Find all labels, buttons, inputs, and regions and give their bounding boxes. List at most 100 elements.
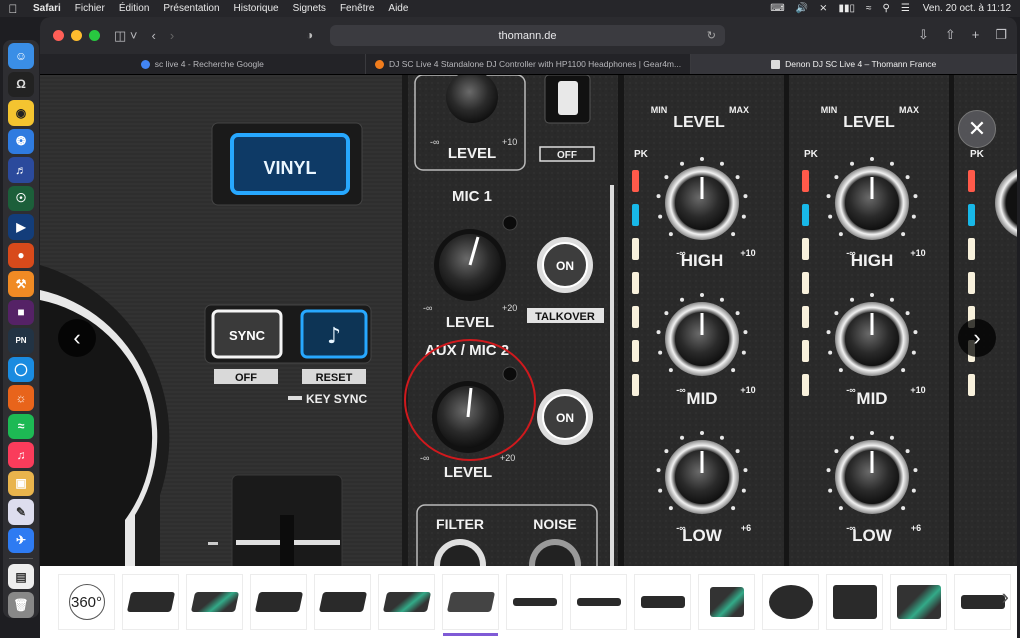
podcast-app-icon[interactable]: ◉ <box>8 100 34 126</box>
window-controls <box>40 30 100 41</box>
keyboard-status-icon[interactable]: ⌨ <box>770 3 784 14</box>
meter-led <box>802 238 809 260</box>
firefox-icon[interactable]: ☼ <box>8 385 34 411</box>
radio-app-icon[interactable]: ● <box>8 242 34 268</box>
menu-fenetre[interactable]: Fenêtre <box>333 3 381 14</box>
browser-toolbar: ◫ ˅ ‹ › ◑ thomann.de ↻ ⇩ ⇧ + ❐ <box>40 17 1017 54</box>
thumbnail[interactable] <box>186 574 243 630</box>
meter-led <box>968 170 975 192</box>
menu-signets[interactable]: Signets <box>286 3 333 14</box>
downloads-icon[interactable]: ⇩ <box>918 27 929 43</box>
meter-led <box>802 374 809 396</box>
privacy-shield-icon[interactable]: ◑ <box>306 28 313 42</box>
google-favicon-icon <box>140 59 150 69</box>
mid-label: MID <box>856 389 887 408</box>
apple-menu-icon[interactable]:  <box>0 2 26 16</box>
thumbnail[interactable] <box>122 574 179 630</box>
thumbnail[interactable] <box>570 574 627 630</box>
preview-app-icon[interactable]: ✎ <box>8 499 34 525</box>
tab-overview-icon[interactable]: ❐ <box>995 27 1007 43</box>
mic1-label: MIC 1 <box>452 188 492 205</box>
finder-icon[interactable]: ☺ <box>8 43 34 69</box>
gear4music-favicon-icon <box>374 59 384 69</box>
music-note-icon: ♪ <box>327 324 341 349</box>
downloads-stack-icon[interactable]: ▤ <box>8 563 34 590</box>
menu-fichier[interactable]: Fichier <box>68 3 112 14</box>
tab-thumann[interactable]: Denon DJ SC Live 4 – Thomann France <box>691 54 1017 74</box>
thumbnail-360[interactable]: 360° <box>58 574 115 630</box>
menu-presentation[interactable]: Présentation <box>156 3 226 14</box>
address-text: thomann.de <box>498 29 557 42</box>
product-image-viewer[interactable]: VINYL SYNC ♪ OFF RESET KEY SYNC LEVEL -∞… <box>40 75 1017 566</box>
bluetooth-icon[interactable]: ⨯ <box>819 3 827 14</box>
tab-google-search[interactable]: sc live 4 - Recherche Google <box>40 54 366 74</box>
next-image-arrow[interactable]: › <box>958 319 996 357</box>
tool-app-icon[interactable]: ⚒ <box>8 271 34 297</box>
close-window-button[interactable] <box>53 30 64 41</box>
thumbnail[interactable] <box>826 574 883 630</box>
audio-app-icon[interactable]: ♬ <box>8 157 34 183</box>
thumbnail-active[interactable] <box>442 574 499 636</box>
menu-bar:  Safari Fichier Édition Présentation Hi… <box>0 0 1020 17</box>
menu-aide[interactable]: Aide <box>381 3 415 14</box>
close-viewer-button[interactable]: ✕ <box>958 110 996 148</box>
new-tab-icon[interactable]: + <box>972 27 980 43</box>
reset-label: RESET <box>316 372 353 384</box>
dock: ☺ Ω ◉ ❂ ♬ ☉ ▶ ● ⚒ ■ PN ◯ ☼ ≈ ♫ ▣ ✎ ✈ ▤ 🗑 <box>3 40 39 618</box>
cortana-app-icon[interactable]: ◯ <box>8 356 34 382</box>
pn10-app-icon[interactable]: PN <box>8 328 34 354</box>
forward-arrow-icon[interactable]: › <box>170 28 174 43</box>
talkover-off-label: OFF <box>557 150 577 161</box>
thumbnail[interactable] <box>314 574 371 630</box>
minus-inf-label: -∞ <box>676 385 686 395</box>
music-app-icon[interactable]: ☉ <box>8 185 34 211</box>
aux-level-label: LEVEL <box>444 464 492 481</box>
thumbnail[interactable] <box>506 574 563 630</box>
reload-icon[interactable]: ↻ <box>707 29 716 42</box>
battery-icon[interactable]: ▮▮▯ <box>838 3 855 14</box>
spotify-icon[interactable]: ≈ <box>8 413 34 439</box>
previous-image-arrow[interactable]: ‹ <box>58 319 96 357</box>
volume-icon[interactable]: 🔊 <box>796 3 808 14</box>
min-label: MIN <box>821 105 838 115</box>
thumbnails-next-arrow[interactable]: › <box>1002 584 1009 610</box>
menu-historique[interactable]: Historique <box>227 3 286 14</box>
meter-led <box>632 306 639 328</box>
menu-edition[interactable]: Édition <box>112 3 157 14</box>
address-bar[interactable]: thomann.de ↻ <box>330 25 725 46</box>
menu-clock[interactable]: Ven. 20 oct. à 11:12 <box>921 3 1011 14</box>
thumbnail[interactable] <box>378 574 435 630</box>
toolbar-right-actions: ⇩ ⇧ + ❐ <box>918 27 1007 43</box>
min-label: MIN <box>651 105 668 115</box>
zoom-window-button[interactable] <box>89 30 100 41</box>
svg-text:-∞: -∞ <box>430 137 439 147</box>
noise-label: NOISE <box>533 516 577 532</box>
thumbnail[interactable] <box>762 574 819 630</box>
dj-app-icon[interactable]: ▶ <box>8 214 34 240</box>
photo-app-icon[interactable]: ▣ <box>8 470 34 496</box>
svg-text:+10: +10 <box>502 137 517 147</box>
thumbnail[interactable] <box>250 574 307 630</box>
wifi-icon[interactable]: ≈ <box>866 3 872 14</box>
controller-app-icon[interactable]: ■ <box>8 299 34 325</box>
thumbnail[interactable] <box>890 574 947 630</box>
back-arrow-icon[interactable]: ‹ <box>152 28 156 43</box>
control-center-icon[interactable]: ☰ <box>901 3 910 14</box>
channel-level-label: LEVEL <box>673 114 725 131</box>
trash-icon[interactable]: 🗑 <box>8 592 34 618</box>
minimize-window-button[interactable] <box>71 30 82 41</box>
menu-app-safari[interactable]: Safari <box>26 3 68 14</box>
thumbnail[interactable] <box>634 574 691 630</box>
sidebar-toggle-icon[interactable]: ◫ ˅ <box>114 28 138 44</box>
messenger-icon[interactable]: ✈ <box>8 527 34 553</box>
tab-gear4music[interactable]: DJ SC Live 4 Standalone DJ Controller wi… <box>366 54 692 74</box>
mid-label: MID <box>686 389 717 408</box>
safari-icon[interactable]: ❂ <box>8 128 34 154</box>
spotlight-search-icon[interactable]: ⚲ <box>882 3 889 14</box>
apple-music-icon[interactable]: ♫ <box>8 442 34 468</box>
share-icon[interactable]: ⇧ <box>945 27 956 43</box>
thumbnail-strip: 360° › <box>40 566 1017 638</box>
aux-on-label: ON <box>556 411 574 425</box>
headphones-app-icon[interactable]: Ω <box>8 71 34 97</box>
thumbnail[interactable] <box>698 574 755 630</box>
